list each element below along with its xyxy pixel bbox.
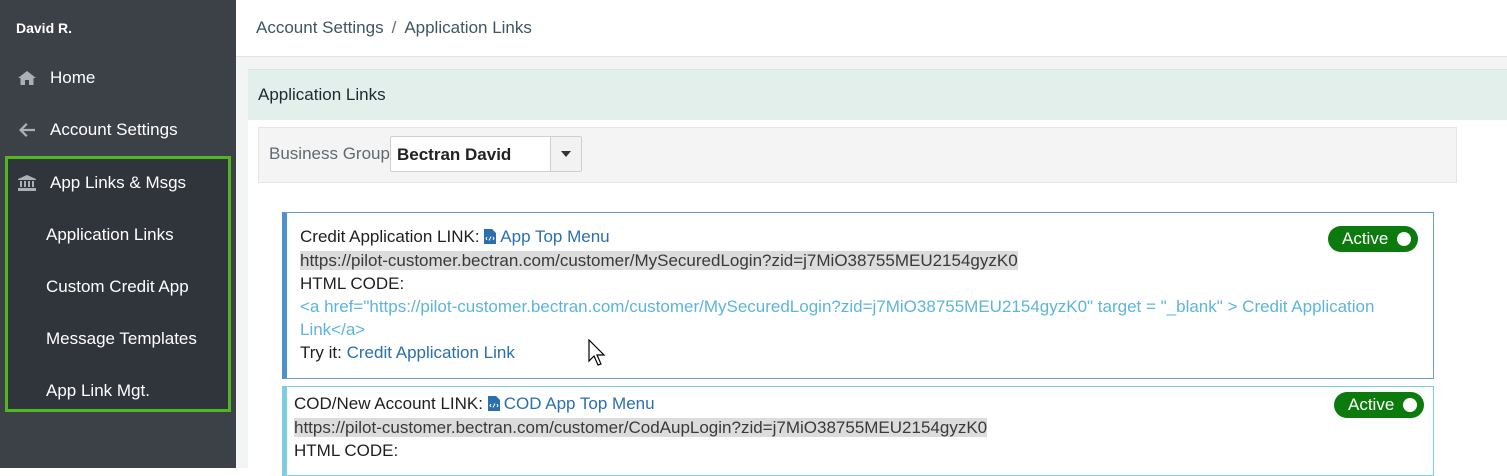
- sidebar-subitem-message-templates[interactable]: Message Templates: [46, 329, 197, 349]
- panel-title: Application Links: [258, 85, 386, 104]
- cod-app-top-menu-link[interactable]: COD App Top Menu: [487, 394, 655, 416]
- credit-app-html-code-line-2: Link</a>: [300, 320, 366, 339]
- business-group-value: Bectran David: [397, 145, 512, 164]
- credit-app-try-row: Try it: Credit Application Link: [300, 343, 515, 363]
- credit-application-try-link[interactable]: Credit Application Link: [347, 343, 515, 362]
- business-group-label: Business Group: [269, 144, 390, 163]
- sidebar-subitem-app-link-mgt[interactable]: App Link Mgt.: [46, 381, 150, 401]
- arrow-left-icon: [16, 121, 38, 139]
- credit-app-url-row: https://pilot-customer.bectran.com/custo…: [300, 251, 1018, 271]
- caret-down-icon[interactable]: [550, 137, 581, 171]
- sidebar-item-app-links-msgs[interactable]: App Links & Msgs: [0, 163, 236, 203]
- toggle-label: Active: [1342, 229, 1389, 248]
- credit-app-html-code-label: HTML CODE:: [300, 274, 405, 293]
- cod-link-row: COD/New Account LINK: COD App Top Menu: [294, 394, 655, 416]
- sidebar: David R. Home Account Settings App Links…: [0, 0, 236, 468]
- credit-app-url: https://pilot-customer.bectran.com/custo…: [300, 251, 1018, 270]
- try-it-label: Try it:: [300, 343, 342, 362]
- sidebar-item-label: Account Settings: [50, 120, 178, 139]
- code-file-icon: [487, 396, 500, 416]
- credit-app-link-row: Credit Application LINK: App Top Menu: [300, 227, 610, 249]
- cod-url-row: https://pilot-customer.bectran.com/custo…: [294, 418, 988, 438]
- top-bar: Account Settings / Application Links: [236, 0, 1507, 57]
- mouse-pointer-icon: [588, 338, 608, 372]
- code-file-icon: [484, 229, 497, 249]
- cod-html-code-label: HTML CODE:: [294, 441, 399, 460]
- cod-link-label: COD/New Account LINK:: [294, 394, 483, 413]
- breadcrumb: Account Settings / Application Links: [256, 18, 532, 38]
- cod-url: https://pilot-customer.bectran.com/custo…: [294, 418, 988, 437]
- cod-app-top-menu-label: COD App Top Menu: [503, 394, 655, 413]
- cod-active-toggle[interactable]: Active: [1334, 392, 1424, 418]
- sidebar-subitem-application-links[interactable]: Application Links: [46, 225, 174, 245]
- bank-icon: [16, 174, 38, 192]
- toggle-knob: [1403, 398, 1417, 412]
- credit-app-active-toggle[interactable]: Active: [1328, 226, 1418, 252]
- home-icon: [16, 69, 38, 87]
- toggle-label: Active: [1348, 395, 1395, 414]
- user-name: David R.: [16, 20, 73, 36]
- toggle-knob: [1397, 232, 1411, 246]
- app-top-menu-link[interactable]: App Top Menu: [484, 227, 610, 249]
- business-group-select[interactable]: Bectran David: [390, 136, 582, 172]
- sidebar-item-home[interactable]: Home: [0, 58, 236, 98]
- sidebar-subitem-custom-credit-app[interactable]: Custom Credit App: [46, 277, 189, 297]
- credit-app-link-label: Credit Application LINK:: [300, 227, 480, 246]
- sidebar-item-label: Home: [50, 68, 96, 87]
- app-top-menu-label: App Top Menu: [500, 227, 610, 246]
- credit-app-html-code-line-1: <a href="https://pilot-customer.bectran.…: [300, 297, 1375, 316]
- sidebar-item-label: App Links & Msgs: [50, 173, 187, 192]
- breadcrumb-parent-link[interactable]: Account Settings: [256, 18, 384, 37]
- breadcrumb-current: Application Links: [404, 18, 532, 37]
- breadcrumb-separator: /: [391, 18, 397, 37]
- sidebar-item-account-settings[interactable]: Account Settings: [0, 110, 236, 150]
- panel-header: [248, 69, 1507, 120]
